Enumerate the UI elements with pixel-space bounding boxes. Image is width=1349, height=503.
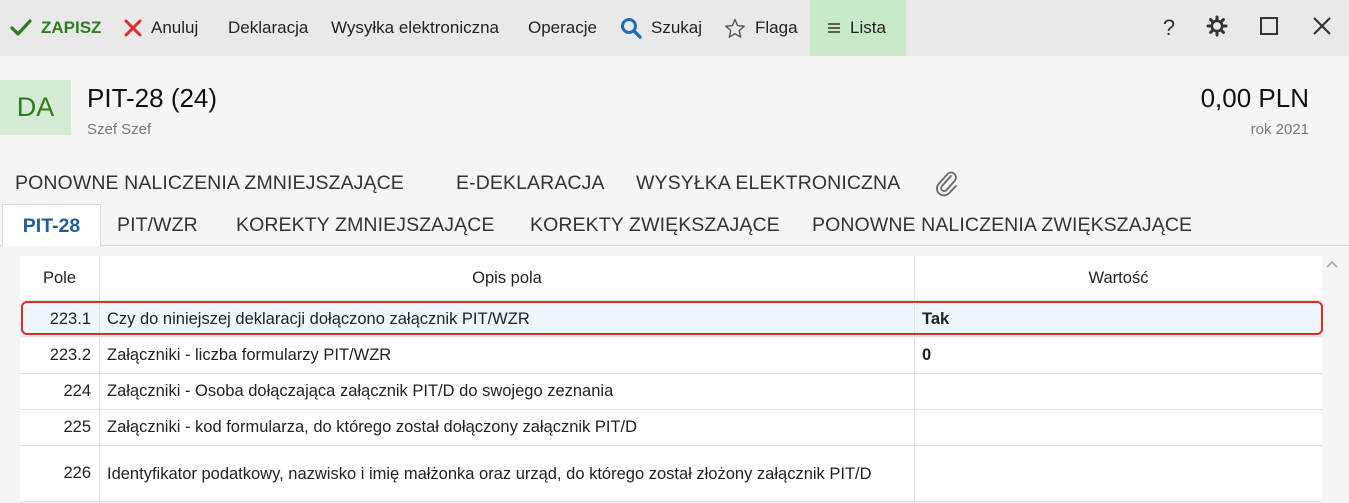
- column-header-wartosc[interactable]: Wartość: [915, 256, 1322, 300]
- attachments-tab[interactable]: [934, 170, 960, 204]
- tab-wysylka-elektroniczna[interactable]: WYSYŁKA ELEKTRONICZNA: [636, 172, 900, 195]
- chevron-up-icon: [1325, 259, 1339, 276]
- tab-ponowne-zwiekszajace[interactable]: PONOWNE NALICZENIA ZWIĘKSZAJĄCE: [812, 214, 1192, 237]
- tab-row-bottom: PIT-28 PIT/WZR KOREKTY ZMNIEJSZAJĄCE KOR…: [0, 204, 1349, 247]
- search-icon: [620, 17, 642, 39]
- close-icon: [1312, 16, 1332, 41]
- list-icon: [827, 22, 841, 34]
- save-label: ZAPISZ: [41, 18, 102, 37]
- tab-ponowne-zmniejszajace[interactable]: PONOWNE NALICZENIA ZMNIEJSZAJĄCE: [15, 172, 404, 195]
- electronic-send-menu[interactable]: Wysyłka elektroniczna: [331, 0, 499, 56]
- paperclip-icon: [934, 171, 960, 203]
- maximize-button[interactable]: [1252, 0, 1286, 56]
- document-header: DA PIT-28 (24) Szef Szef 0,00 PLN rok 20…: [0, 56, 1349, 164]
- search-button[interactable]: Szukaj: [620, 0, 702, 56]
- cell-opis: Identyfikator podatkowy, nazwisko i imię…: [100, 446, 915, 501]
- list-label: Lista: [850, 18, 886, 37]
- cell-pole: 223.2: [20, 338, 100, 373]
- row-highlight-outline: [21, 301, 1323, 335]
- maximize-icon: [1259, 16, 1279, 41]
- cell-pole: 226: [20, 446, 100, 501]
- search-label: Szukaj: [651, 18, 703, 37]
- star-icon: [724, 18, 746, 39]
- tab-korekty-zmniejszajace[interactable]: KOREKTY ZMNIEJSZAJĄCE: [236, 214, 495, 237]
- tab-pit-wzr[interactable]: PIT/WZR: [117, 214, 198, 237]
- tab-e-deklaracja[interactable]: E-DEKLARACJA: [456, 172, 605, 195]
- document-year: rok 2021: [1250, 121, 1309, 138]
- cell-wartosc[interactable]: [915, 446, 1322, 501]
- declaration-menu[interactable]: Deklaracja: [228, 0, 308, 56]
- content-area: Pole Opis pola Wartość 223.1 Czy do nini…: [0, 246, 1349, 503]
- cell-wartosc[interactable]: [915, 374, 1322, 409]
- flag-label: Flaga: [755, 18, 798, 37]
- table-header: Pole Opis pola Wartość: [20, 256, 1322, 301]
- list-button[interactable]: Lista: [810, 0, 906, 56]
- document-amount: 0,00 PLN: [1200, 83, 1309, 113]
- document-title: PIT-28 (24): [87, 83, 218, 113]
- table-row[interactable]: 223.2 Załączniki - liczba formularzy PIT…: [20, 338, 1322, 374]
- scroll-up-button[interactable]: [1325, 258, 1339, 272]
- flag-button[interactable]: Flaga: [724, 0, 798, 56]
- save-button[interactable]: ZAPISZ: [10, 0, 101, 56]
- close-red-icon: [124, 19, 142, 37]
- cancel-button[interactable]: Anuluj: [124, 0, 198, 56]
- checkmark-icon: [10, 19, 32, 37]
- cell-opis: Załączniki - kod formularza, do którego …: [100, 410, 915, 445]
- cell-wartosc[interactable]: [915, 410, 1322, 445]
- tab-korekty-zwiekszajace[interactable]: KOREKTY ZWIĘKSZAJĄCE: [530, 214, 780, 237]
- tab-pit-28[interactable]: PIT-28: [2, 204, 101, 247]
- toolbar: ZAPISZ Anuluj Deklaracja Wysyłka elektro…: [0, 0, 1349, 56]
- column-header-pole[interactable]: Pole: [20, 256, 100, 300]
- tab-row-top: PONOWNE NALICZENIA ZMNIEJSZAJĄCE E-DEKLA…: [0, 168, 1349, 202]
- cell-wartosc[interactable]: 0: [915, 338, 1322, 373]
- settings-button[interactable]: [1200, 0, 1234, 56]
- cell-opis: Załączniki - Osoba dołączająca załącznik…: [100, 374, 915, 409]
- cell-opis: Załączniki - liczba formularzy PIT/WZR: [100, 338, 915, 373]
- cell-pole: 224: [20, 374, 100, 409]
- gear-icon: [1206, 15, 1228, 42]
- table-row[interactable]: 226 Identyfikator podatkowy, nazwisko i …: [20, 446, 1322, 502]
- table-row[interactable]: 224 Załączniki - Osoba dołączająca załąc…: [20, 374, 1322, 410]
- cancel-label: Anuluj: [151, 18, 199, 37]
- document-type-badge: DA: [0, 80, 71, 135]
- document-subtitle: Szef Szef: [87, 121, 152, 138]
- operations-menu[interactable]: Operacje: [528, 0, 597, 56]
- help-button[interactable]: ?: [1152, 0, 1186, 56]
- close-button[interactable]: [1305, 0, 1339, 56]
- column-header-opis[interactable]: Opis pola: [100, 256, 915, 300]
- table-row[interactable]: 225 Załączniki - kod formularza, do któr…: [20, 410, 1322, 446]
- cell-pole: 225: [20, 410, 100, 445]
